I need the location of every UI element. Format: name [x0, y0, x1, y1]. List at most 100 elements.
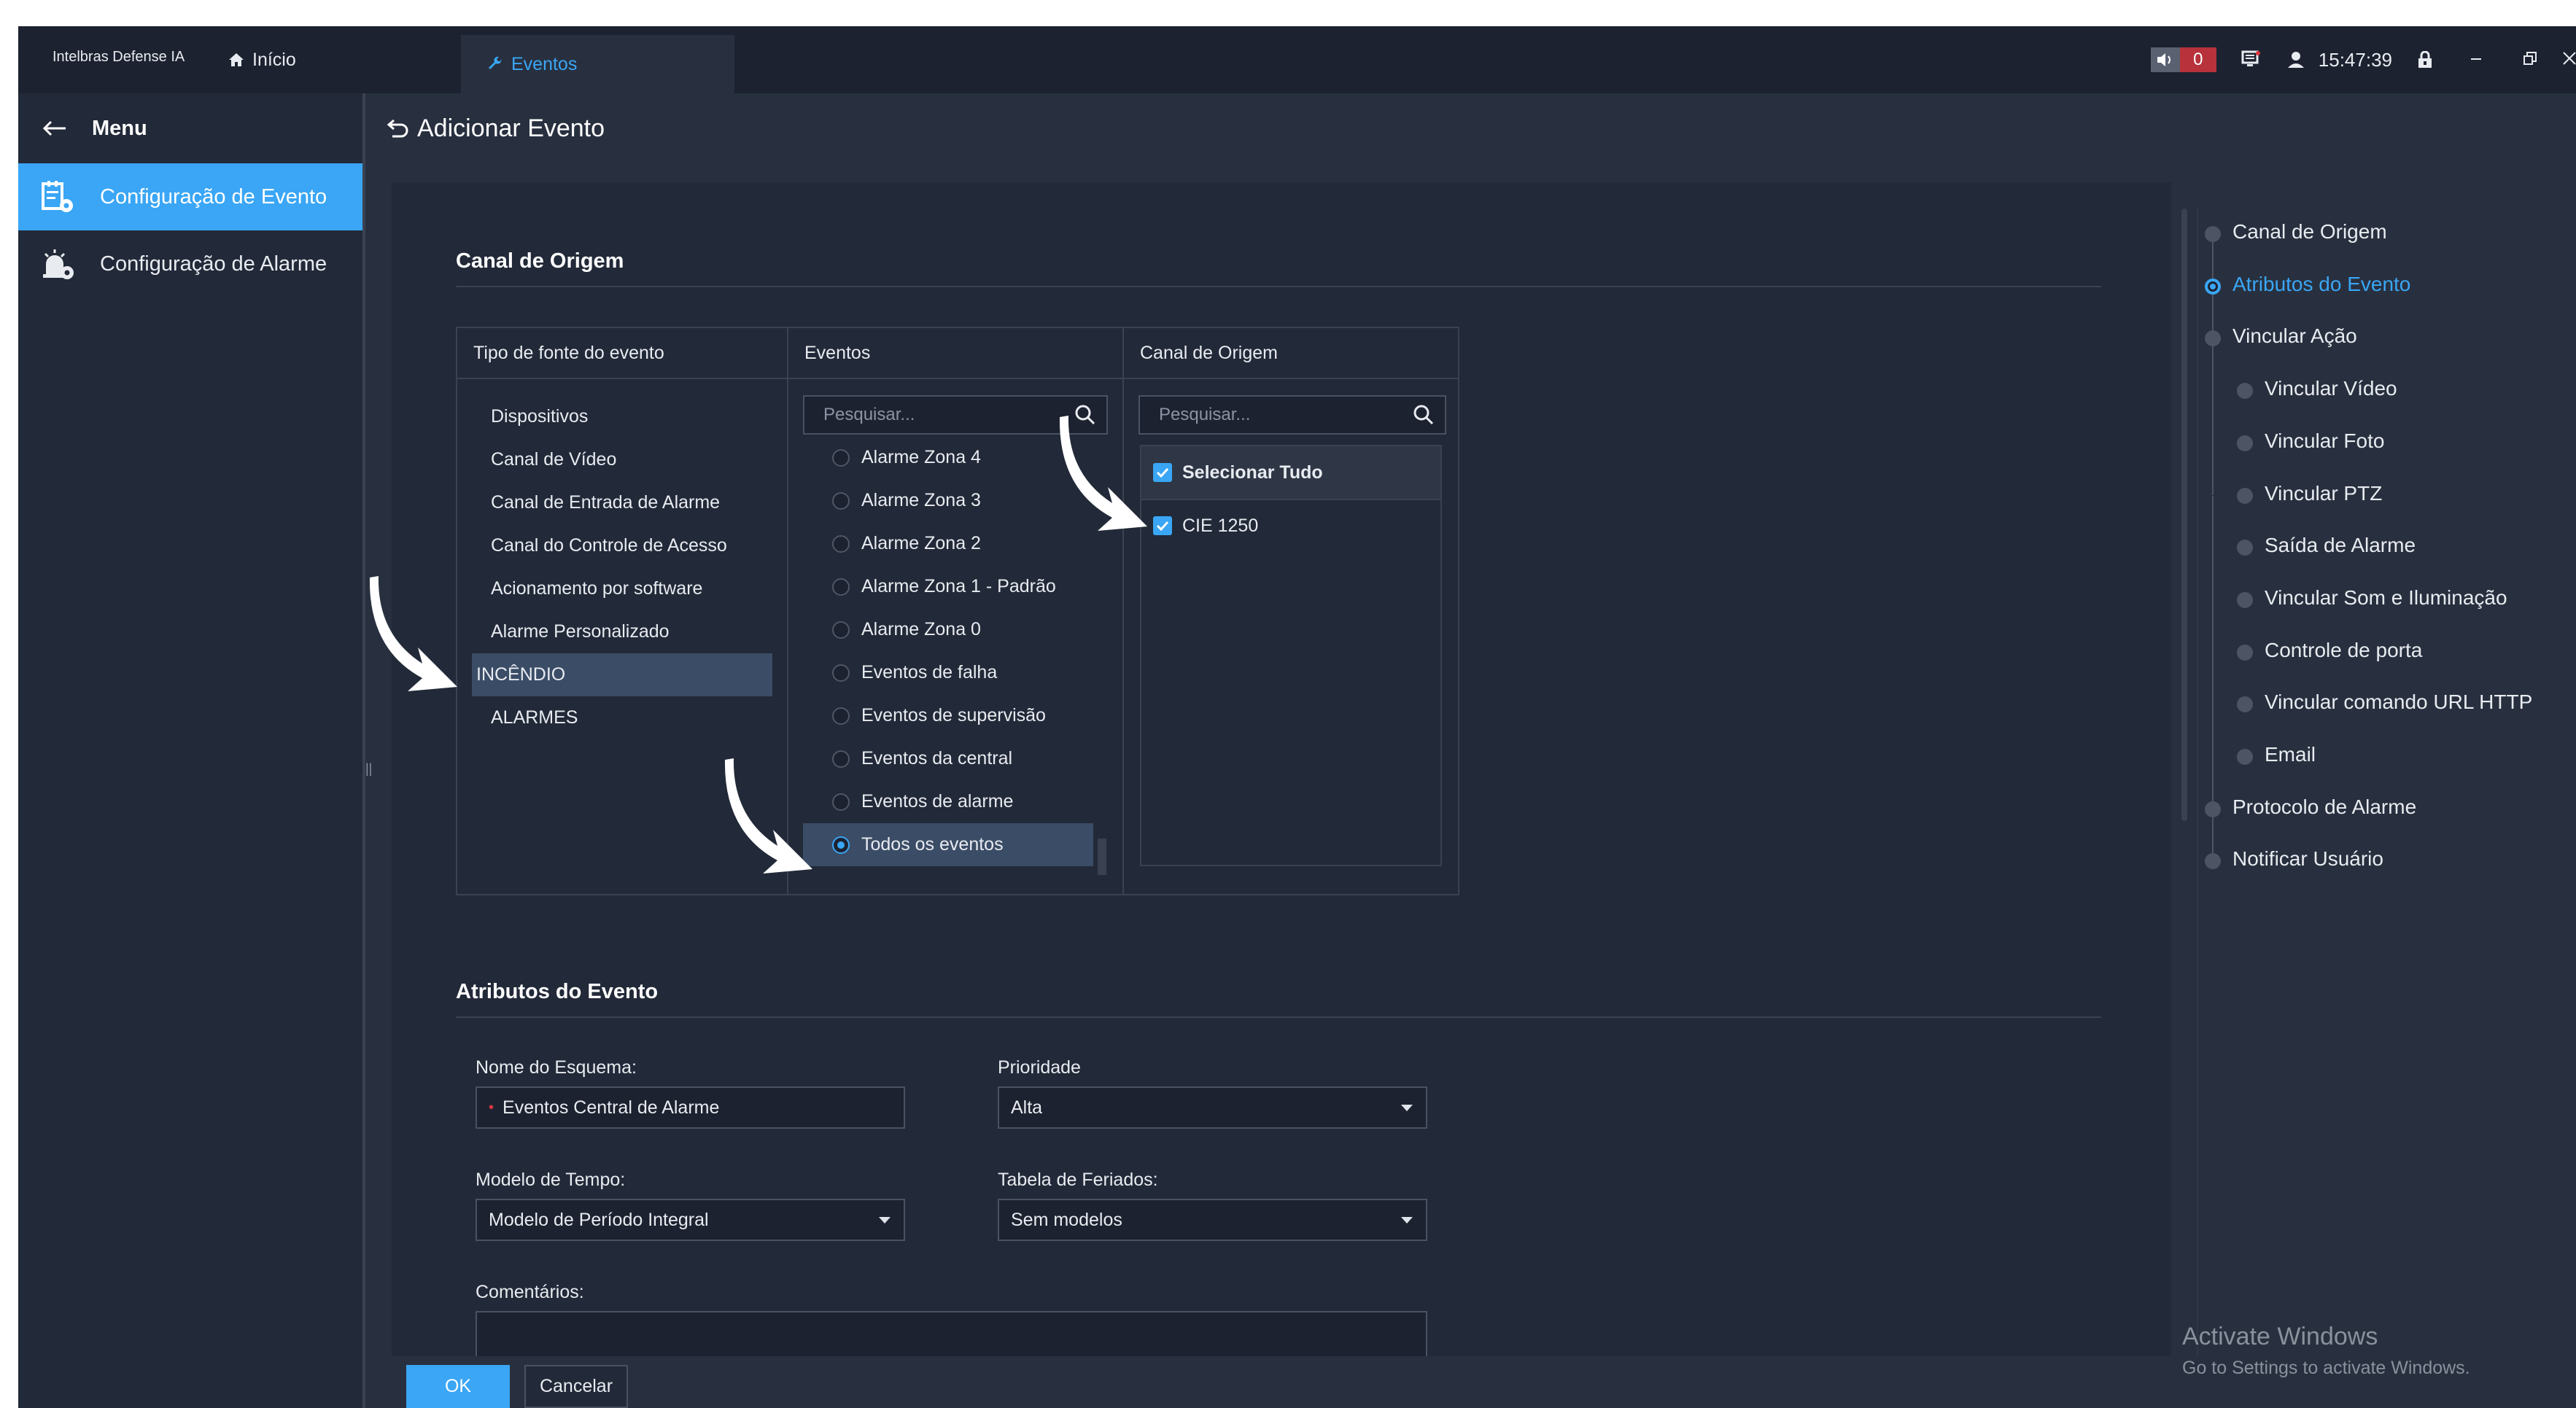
select-all-row[interactable]: Selecionar Tudo	[1141, 446, 1440, 500]
time-model-value: Modelo de Período Integral	[489, 1209, 709, 1230]
source-type-item[interactable]: Canal do Controle de Acesso	[472, 524, 772, 567]
comments-textarea[interactable]	[476, 1311, 1427, 1356]
source-type-item[interactable]: Canal de Vídeo	[472, 438, 772, 481]
source-type-item[interactable]: ALARMES	[472, 696, 772, 739]
close-button[interactable]	[2561, 49, 2576, 71]
minimize-button[interactable]	[2465, 49, 2487, 71]
source-type-item[interactable]: Acionamento por software	[472, 567, 772, 610]
step-dot	[2237, 435, 2253, 451]
events-scrollbar[interactable]	[1098, 839, 1106, 875]
main-scrollbar[interactable]	[2181, 209, 2187, 821]
step-dot	[2237, 696, 2253, 713]
holiday-table-value: Sem modelos	[1011, 1209, 1122, 1230]
step-link[interactable]: Vincular Vídeo	[2265, 377, 2397, 400]
event-radio[interactable]	[832, 836, 850, 854]
step-connector	[2212, 495, 2214, 548]
select-all-checkbox[interactable]	[1153, 463, 1172, 482]
schema-name-field[interactable]: • Eventos Central de Alarme	[476, 1086, 905, 1129]
event-radio[interactable]	[832, 534, 850, 553]
nav-item-alarm-config[interactable]: Configuração de Alarme	[18, 230, 362, 297]
priority-select[interactable]: Alta	[998, 1086, 1427, 1129]
step-link[interactable]: Saída de Alarme	[2265, 534, 2416, 557]
splitter-handle[interactable]: ||	[365, 761, 373, 783]
event-item[interactable]: Alarme Zona 1 - Padrão	[803, 565, 1093, 608]
event-item[interactable]: Eventos de supervisão	[803, 694, 1093, 737]
alarm-sound-indicator[interactable]: 0	[2150, 47, 2216, 72]
clock: 15:47:39	[2318, 48, 2392, 71]
step-link[interactable]: Vincular Foto	[2265, 429, 2384, 453]
source-type-item[interactable]: Dispositivos	[472, 395, 772, 438]
origin-selector-grid: Tipo de fonte do evento Dispositivos Cana…	[456, 327, 1459, 895]
step-link[interactable]: Protocolo de Alarme	[2232, 796, 2416, 819]
title-bar: Intelbras Defense IA Início Eventos 0 15…	[18, 26, 2576, 93]
cancel-button[interactable]: Cancelar	[524, 1365, 628, 1408]
step-link[interactable]: Controle de porta	[2265, 639, 2422, 662]
annotation-arrow-channel	[1059, 416, 1147, 531]
monitor-button[interactable]	[2241, 50, 2262, 69]
main-panel: Canal de Origem Tipo de fonte do evento …	[369, 182, 2171, 1356]
event-radio[interactable]	[832, 577, 850, 596]
select-all-label: Selecionar Tudo	[1182, 462, 1323, 483]
step-link[interactable]: Email	[2265, 743, 2316, 766]
source-type-item[interactable]: Alarme Personalizado	[472, 610, 772, 653]
channel-label: CIE 1250	[1182, 515, 1259, 536]
channel-row[interactable]: CIE 1250	[1141, 500, 1440, 551]
tab-events-label: Eventos	[511, 53, 578, 74]
step-link[interactable]: Notificar Usuário	[2232, 847, 2383, 871]
menu-header[interactable]: Menu	[18, 93, 362, 163]
event-radio[interactable]	[832, 491, 850, 510]
event-radio[interactable]	[832, 664, 850, 682]
restore-button[interactable]	[2519, 49, 2541, 71]
step-dot	[2237, 644, 2253, 661]
event-item[interactable]: Alarme Zona 2	[803, 522, 1093, 565]
event-item[interactable]: Alarme Zona 3	[803, 479, 1093, 522]
event-item[interactable]: Alarme Zona 4	[803, 436, 1093, 479]
wrench-icon	[489, 56, 502, 69]
event-item[interactable]: Todos os eventos	[803, 823, 1093, 866]
event-radio[interactable]	[832, 621, 850, 639]
event-radio[interactable]	[832, 793, 850, 811]
search-icon[interactable]	[1413, 404, 1435, 426]
step-dot	[2237, 487, 2253, 504]
alarm-config-icon	[43, 249, 74, 279]
step-link[interactable]: Vincular comando URL HTTP	[2265, 691, 2532, 714]
step-link[interactable]: Vincular Ação	[2232, 324, 2357, 348]
event-radio[interactable]	[832, 707, 850, 725]
source-type-item[interactable]: Canal de Entrada de Alarme	[472, 481, 772, 524]
tab-events[interactable]: Eventos	[461, 35, 734, 93]
window-controls: 0 15:47:39	[2150, 26, 2576, 93]
tab-home[interactable]: Início	[212, 26, 459, 93]
source-type-item[interactable]: INCÊNDIO	[472, 653, 772, 696]
holiday-table-select[interactable]: Sem modelos	[998, 1199, 1427, 1241]
origin-section-divider	[456, 286, 2101, 287]
step-dot	[2237, 591, 2253, 608]
lock-button[interactable]	[2417, 51, 2433, 69]
channel-search-input[interactable]	[1157, 404, 1382, 426]
ok-button[interactable]: OK	[406, 1365, 510, 1408]
step-connector	[2212, 338, 2214, 392]
source-type-list: Dispositivos Canal de Vídeo Canal de Entra…	[457, 379, 787, 739]
step-link[interactable]: Atributos do Evento	[2232, 273, 2410, 296]
step-link[interactable]: Vincular Som e Iluminação	[2265, 586, 2507, 610]
event-item[interactable]: Eventos da central	[803, 737, 1093, 780]
user-button[interactable]	[2286, 50, 2305, 69]
checkmark-icon	[1156, 521, 1169, 532]
undo-icon[interactable]	[387, 117, 411, 139]
event-radio[interactable]	[832, 448, 850, 467]
channel-search-box	[1138, 395, 1446, 435]
step-connector	[2212, 704, 2214, 757]
channel-checkbox[interactable]	[1153, 516, 1172, 535]
event-radio[interactable]	[832, 750, 850, 768]
events-search-input[interactable]	[822, 404, 1044, 426]
event-item[interactable]: Alarme Zona 0	[803, 608, 1093, 651]
time-model-select[interactable]: Modelo de Período Integral	[476, 1199, 905, 1241]
schema-name-value: Eventos Central de Alarme	[503, 1097, 720, 1118]
page-title: Adicionar Evento	[417, 114, 605, 142]
step-link[interactable]: Vincular PTZ	[2265, 482, 2382, 505]
event-item[interactable]: Eventos de alarme	[803, 780, 1093, 823]
step-link[interactable]: Canal de Origem	[2232, 220, 2387, 244]
event-item[interactable]: Eventos de falha	[803, 651, 1093, 694]
nav-item-event-config[interactable]: Configuração de Evento	[18, 163, 362, 230]
step-dot	[2205, 226, 2221, 242]
checkmark-icon	[1156, 467, 1169, 478]
